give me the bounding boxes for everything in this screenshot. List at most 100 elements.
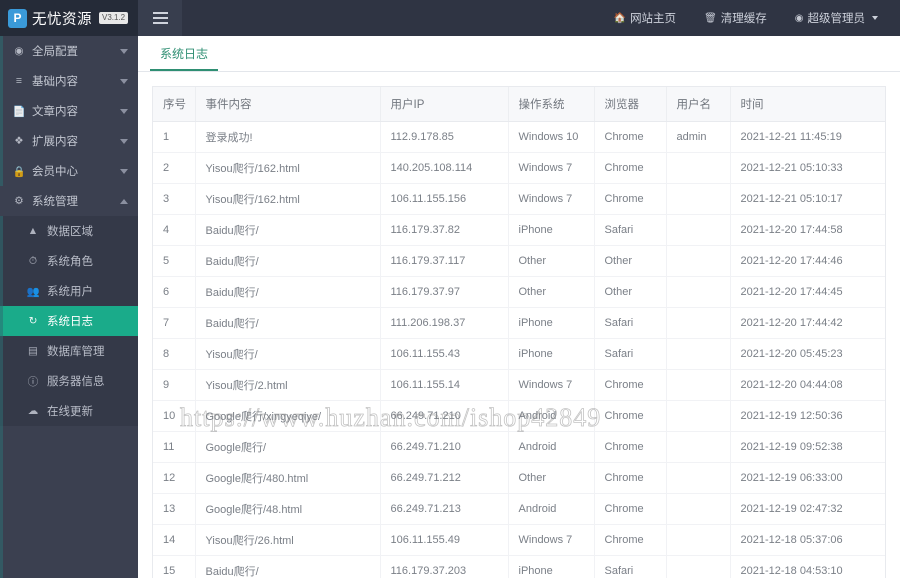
cell-time: 2021-12-19 02:47:32: [730, 493, 885, 525]
cell-os: Android: [508, 493, 595, 525]
cell-username: [666, 214, 731, 246]
cell-browser: Chrome: [594, 462, 667, 494]
table-row: 8 Yisou爬行/106.11.155.43 iPhone Safari 2021-1…: [153, 338, 885, 370]
cell-event: 登录成功!: [195, 121, 381, 153]
sidebar-subitem-system-user[interactable]: 👥 系统用户: [0, 276, 138, 306]
cell-browser: Safari: [594, 555, 667, 578]
cell-user-ip: 111.206.198.37: [380, 307, 509, 339]
column-header-browser: 浏览器: [594, 87, 667, 122]
version-badge: V3.1.2: [99, 12, 129, 24]
column-header-event: 事件内容: [195, 87, 381, 122]
logo-area[interactable]: P 无忧资源 V3.1.2: [0, 0, 138, 36]
sidebar-subitem-data-region[interactable]: ▲ 数据区域: [0, 216, 138, 246]
cell-user-ip: 106.11.155.49: [380, 524, 509, 556]
cell-browser: Other: [594, 245, 667, 277]
table-row: 14 Yisou爬行/26.html 106.11.155.49 Windows 7C…: [153, 524, 885, 556]
sidebar-item-system-management[interactable]: ⚙ 系统管理: [0, 186, 138, 216]
table-row: 2 Yisou爬行/162.html 140.205.108.114 Windows …: [153, 152, 885, 184]
sidebar-subitem-server-info-label: 服务器信息: [47, 376, 105, 388]
sidebar-item-global-config-label: 全局配置: [32, 46, 78, 58]
lock-icon: 🔒: [12, 165, 26, 178]
cell-username: [666, 431, 731, 463]
home-icon: 🏠: [613, 12, 627, 24]
sidebar-subitem-online-update[interactable]: ☁ 在线更新: [0, 396, 138, 426]
cell-event: Yisou爬行/162.html: [195, 152, 381, 184]
chevron-up-icon: [120, 198, 128, 204]
top-link-user-menu[interactable]: ◉ 超级管理员: [781, 0, 892, 36]
cell-os: iPhone: [508, 338, 595, 370]
tab-system-log[interactable]: 系统日志: [150, 45, 219, 71]
cell-os: Windows 7: [508, 524, 595, 556]
cell-index: 6: [153, 276, 196, 308]
puzzle-icon: ❖: [14, 135, 24, 147]
cell-event: Google爬行/: [195, 431, 381, 463]
table-row: 7 Baidu爬行/111.206.198.37 iPhone Safari 2021-…: [153, 307, 885, 339]
cell-user-ip: 106.11.155.156: [380, 183, 509, 215]
sidebar-item-basic-content[interactable]: ≡ 基础内容: [0, 66, 138, 96]
top-link-home[interactable]: 🏠 网站主页: [600, 0, 690, 36]
info-icon: ⓘ: [27, 375, 39, 388]
cell-browser: Chrome: [594, 183, 667, 215]
cell-index: 8: [153, 338, 196, 370]
cell-browser: Chrome: [594, 369, 667, 401]
cell-time: 2021-12-20 04:44:08: [730, 369, 885, 401]
cell-event: Yisou爬行/2.html: [195, 369, 381, 401]
cell-username: [666, 338, 731, 370]
sidebar-subitem-online-update-label: 在线更新: [47, 406, 93, 418]
sidebar-item-basic-content-label: 基础内容: [32, 76, 78, 88]
table-row: 4 Baidu爬行/116.179.37.82 iPhone Safari 2021-1…: [153, 214, 885, 246]
main-panel: 系统日志 序号 事件内容 用户IP 操作系统 浏览器 用户名 时间 1 登录成功…: [138, 36, 900, 578]
table-row: 12 Google爬行/480.html 66.249.71.212 Other Chr…: [153, 462, 885, 494]
sidebar-subitem-database-management[interactable]: ▤ 数据库管理: [0, 336, 138, 366]
cell-os: Android: [508, 400, 595, 432]
hamburger-icon[interactable]: [138, 0, 182, 36]
cell-browser: Chrome: [594, 400, 667, 432]
cell-time: 2021-12-21 11:45:19: [730, 121, 885, 153]
cell-time: 2021-12-20 05:45:23: [730, 338, 885, 370]
cell-user-ip: 106.11.155.43: [380, 338, 509, 370]
cell-username: [666, 152, 731, 184]
sidebar-subitem-server-info[interactable]: ⓘ 服务器信息: [0, 366, 138, 396]
sidebar-subitem-database-management-label: 数据库管理: [47, 346, 105, 358]
cell-os: iPhone: [508, 555, 595, 578]
cell-browser: Safari: [594, 338, 667, 370]
cell-browser: Chrome: [594, 493, 667, 525]
column-header-index: 序号: [153, 87, 196, 122]
top-link-clear-cache[interactable]: 🗑 清理缓存: [690, 0, 781, 36]
sidebar-filler: [0, 426, 138, 578]
cell-user-ip: 116.179.37.82: [380, 214, 509, 246]
sidebar-item-extension-content[interactable]: ❖ 扩展内容: [0, 126, 138, 156]
cell-os: Other: [508, 462, 595, 494]
globe-icon: ◉: [14, 45, 24, 57]
cell-user-ip: 66.249.71.212: [380, 462, 509, 494]
cell-index: 15: [153, 555, 196, 578]
sidebar-item-global-config[interactable]: ◉ 全局配置: [0, 36, 138, 66]
cell-browser: Other: [594, 276, 667, 308]
brand-logo-icon: P: [8, 8, 27, 28]
top-link-user-label: 超级管理员: [807, 13, 866, 25]
cell-username: [666, 245, 731, 277]
sidebar-subitem-system-log[interactable]: ↻ 系统日志: [0, 306, 138, 336]
table-row: 6 Baidu爬行/116.179.37.97 Other Other 2021-12-…: [153, 276, 885, 308]
top-bar-actions: 🏠 网站主页 🗑 清理缓存 ◉ 超级管理员: [600, 0, 900, 36]
cell-user-ip: 66.249.71.210: [380, 400, 509, 432]
top-bar: P 无忧资源 V3.1.2 🏠 网站主页 🗑 清理缓存 ◉ 超级管理员: [0, 0, 900, 36]
top-link-clear-cache-label: 清理缓存: [720, 13, 767, 25]
cell-event: Baidu爬行/: [195, 214, 381, 246]
cell-username: admin: [666, 121, 731, 153]
cell-os: Other: [508, 276, 595, 308]
sidebar-submenu-system-management: ▲ 数据区域 ⏱ 系统角色 👥 系统用户 ↻ 系统日志 ▤ 数据库管理 ⓘ 服务…: [0, 216, 138, 426]
sidebar-item-member-center[interactable]: 🔒 会员中心: [0, 156, 138, 186]
table-row: 9 Yisou爬行/2.html 106.11.155.14 Windows 7 Chr…: [153, 369, 885, 401]
cell-index: 13: [153, 493, 196, 525]
cell-time: 2021-12-20 17:44:58: [730, 214, 885, 246]
chevron-down-icon: [120, 78, 128, 84]
sidebar-subitem-system-role[interactable]: ⏱ 系统角色: [0, 246, 138, 276]
cell-event: Yisou爬行/162.html: [195, 183, 381, 215]
sidebar-item-member-center-label: 会员中心: [32, 166, 78, 178]
cell-browser: Chrome: [594, 431, 667, 463]
cell-index: 12: [153, 462, 196, 494]
cell-username: [666, 183, 731, 215]
cell-user-ip: 112.9.178.85: [380, 121, 509, 153]
sidebar-item-article-content[interactable]: 📄 文章内容: [0, 96, 138, 126]
